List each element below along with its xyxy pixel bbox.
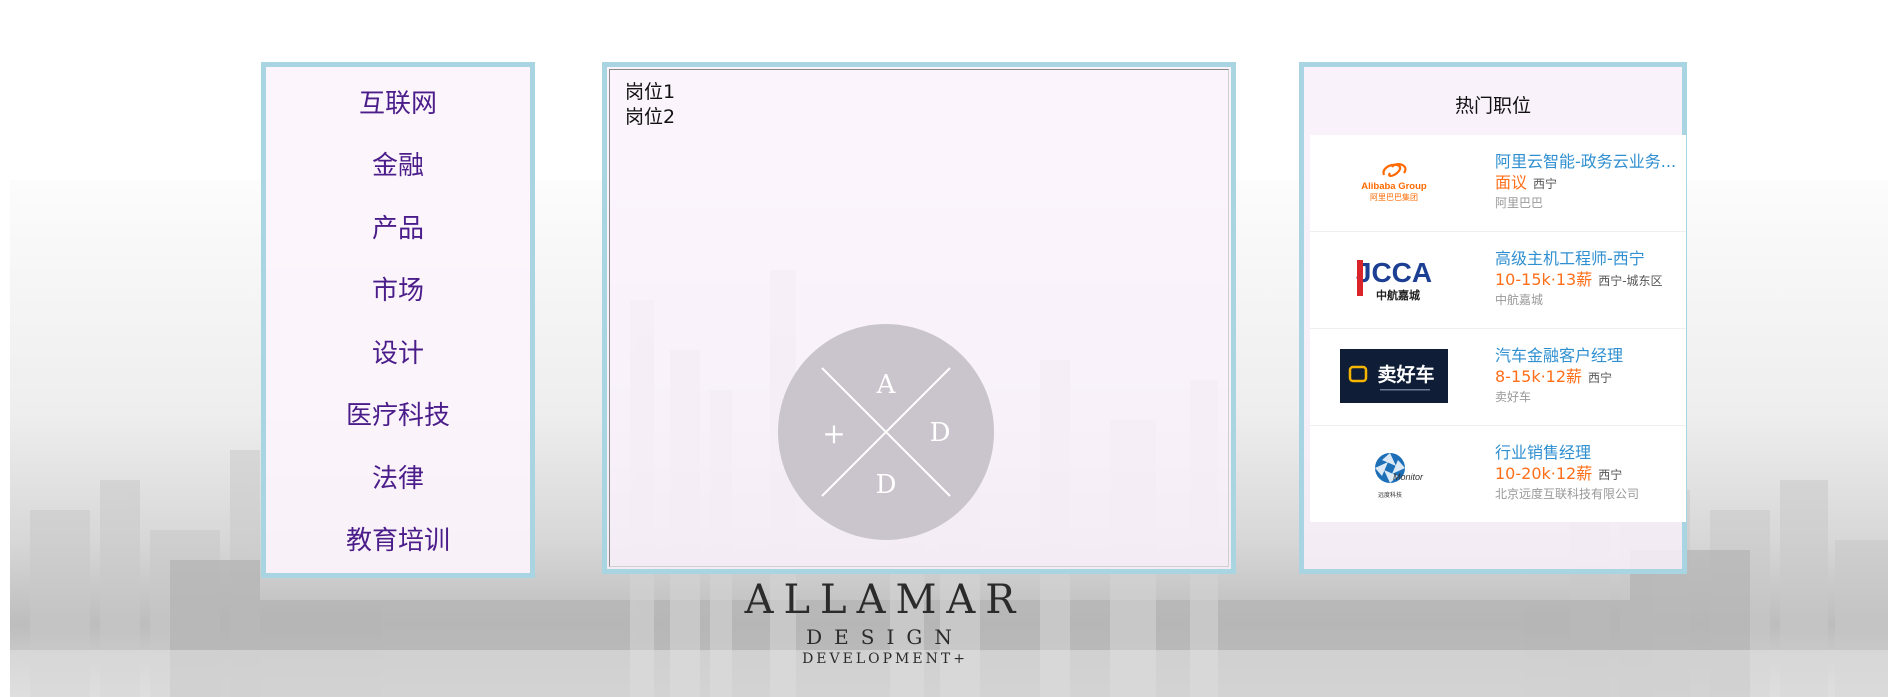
svg-text:卖好车: 卖好车 <box>1377 363 1434 386</box>
brand-name: ALLAMAR <box>744 577 1026 623</box>
job-card[interactable]: JCCA 中航嘉城 高级主机工程师-西宁 10-15k·13薪 西宁-城东区 中航… <box>1310 232 1686 329</box>
brand-plus-mark: + <box>953 651 968 667</box>
category-item[interactable]: 教育培训 <box>266 524 530 558</box>
svg-text:远度科技: 远度科技 <box>1378 491 1402 499</box>
job-company: 北京远度互联科技有限公司 <box>1495 487 1640 501</box>
category-item[interactable]: 产品 <box>266 212 530 246</box>
position-item[interactable]: 岗位1 <box>625 80 675 105</box>
job-title[interactable]: 汽车金融客户经理 <box>1495 346 1685 366</box>
brand-logo: ALLAMAR DESIGN DEVELOPMENT+ <box>740 578 1030 668</box>
category-item[interactable]: 医疗科技 <box>266 399 530 433</box>
job-title[interactable]: 阿里云智能-政务云业务... <box>1495 152 1685 172</box>
brand-subtitle: DESIGN <box>806 625 964 649</box>
monitor-logo: Monitor 远度科技 <box>1375 453 1424 499</box>
job-title[interactable]: 行业销售经理 <box>1495 443 1685 463</box>
job-salary: 10-15k·13薪 <box>1495 270 1593 289</box>
svg-text:阿里巴巴集团: 阿里巴巴集团 <box>1370 192 1418 202</box>
job-salary: 8-15k·12薪 <box>1495 367 1583 386</box>
category-item[interactable]: 金融 <box>266 149 530 183</box>
job-location: 西宁 <box>1598 468 1623 482</box>
add-logo-watermark: A D D + <box>778 324 994 540</box>
svg-text:Alibaba Group: Alibaba Group <box>1361 181 1427 192</box>
hot-jobs-title: 热门职位 <box>1454 95 1531 117</box>
job-meta: 10-20k·12薪 西宁 <box>1495 464 1622 485</box>
category-item[interactable]: 市场 <box>266 274 530 308</box>
job-title[interactable]: 高级主机工程师-西宁 <box>1495 249 1685 269</box>
hot-jobs-list: Alibaba Group 阿里巴巴集团 阿里云智能-政务云业务... 面议 西宁… <box>1310 135 1686 522</box>
job-card[interactable]: Monitor 远度科技 行业销售经理 10-20k·12薪 西宁 北京远度互联科… <box>1310 426 1686 522</box>
svg-text:JCCA: JCCA <box>1356 257 1432 288</box>
logo-letter-a: A <box>876 370 897 400</box>
category-item[interactable]: 设计 <box>266 337 530 371</box>
job-meta: 10-15k·13薪 西宁-城东区 <box>1495 270 1663 291</box>
job-salary: 面议 <box>1495 173 1528 192</box>
logo-letter-d: D <box>930 418 951 448</box>
svg-text:中航嘉城: 中航嘉城 <box>1376 288 1420 302</box>
job-meta: 面议 西宁 <box>1495 173 1557 194</box>
job-meta: 8-15k·12薪 西宁 <box>1495 367 1612 388</box>
job-company: 阿里巴巴 <box>1495 196 1544 210</box>
job-location: 西宁 <box>1588 371 1613 385</box>
job-location: 西宁 <box>1533 177 1558 191</box>
position-list-panel: 岗位1 岗位2 A D D + <box>602 62 1236 574</box>
jcca-logo: JCCA 中航嘉城 <box>1356 257 1432 302</box>
position-list-box[interactable]: 岗位1 岗位2 A D D + <box>609 69 1229 567</box>
hot-jobs-panel: 热门职位 Alibaba Group 阿里巴巴集团 阿里云智能-政务云业务...… <box>1299 62 1687 574</box>
job-card[interactable]: Alibaba Group 阿里巴巴集团 阿里云智能-政务云业务... 面议 西宁… <box>1310 135 1686 232</box>
category-item[interactable]: 法律 <box>266 462 530 496</box>
category-panel: 互联网 金融 产品 市场 设计 医疗科技 法律 教育培训 <box>261 62 535 578</box>
category-item[interactable]: 互联网 <box>266 87 530 121</box>
alibaba-logo: Alibaba Group 阿里巴巴集团 <box>1361 163 1427 202</box>
position-item[interactable]: 岗位2 <box>625 105 675 130</box>
logo-plus: + <box>822 417 845 450</box>
job-salary: 10-20k·12薪 <box>1495 464 1593 483</box>
job-company: 中航嘉城 <box>1495 293 1544 307</box>
svg-text:Monitor: Monitor <box>1393 472 1424 482</box>
maihaoche-logo: 卖好车 <box>1340 349 1448 403</box>
job-location: 西宁-城东区 <box>1598 274 1663 288</box>
page: 互联网 金融 产品 市场 设计 医疗科技 法律 教育培训 岗位1 岗位2 A D… <box>0 0 1888 697</box>
brand-tagline: DEVELOPMENT+ <box>802 651 968 667</box>
logo-letter-d: D <box>876 470 897 500</box>
job-card[interactable]: 卖好车 汽车金融客户经理 8-15k·12薪 西宁 卖好车 <box>1310 329 1686 426</box>
job-company: 卖好车 <box>1495 390 1532 404</box>
